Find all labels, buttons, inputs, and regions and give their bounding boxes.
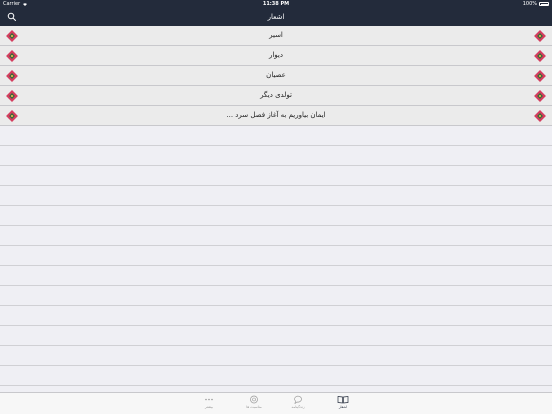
tab-more[interactable]: بیشتر [189,395,229,409]
empty-row [0,266,552,286]
ornament-icon [6,70,18,82]
empty-row [0,146,552,166]
page-title: اشعار [267,13,285,21]
empty-row [0,306,552,326]
list-item-label: تولدی دیگر [260,91,292,99]
ornament-icon [534,30,546,42]
list-item-label: دیوار [268,51,283,59]
battery-info: 100% [523,1,549,7]
list-item[interactable]: عصیان [0,66,552,86]
status-time: 11:38 PM [262,1,290,7]
list-item[interactable]: اسیر [0,26,552,46]
navigation-bar: اشعار [0,9,552,26]
empty-row [0,366,552,386]
list-item-label: ایمان بیاوریم به آغاز فصل سرد ... [226,111,326,119]
empty-row [0,286,552,306]
empty-row [0,206,552,226]
list-item-label: اسیر [269,31,283,39]
tab-label: زندگینامه [291,405,305,409]
tab-occasions[interactable]: مناسبت ها [234,395,274,409]
battery-icon [539,2,549,6]
empty-row [0,126,552,146]
list-item[interactable]: دیوار [0,46,552,66]
ornament-icon [6,30,18,42]
more-icon [205,398,213,401]
poem-list: اسیر دیوار عصیان تولدی دیگر ایمان بیاوری… [0,26,552,386]
ornament-icon [6,90,18,102]
ornament-icon [534,110,546,122]
ornament-icon [6,110,18,122]
empty-row [0,346,552,366]
tab-poems[interactable]: اشعار [323,395,363,409]
book-icon [337,396,349,404]
tab-label: مناسبت ها [246,405,262,409]
tab-biography[interactable]: زندگینامه [278,395,318,409]
tab-label: اشعار [338,405,348,409]
clock-icon [250,395,258,404]
ornament-icon [534,70,546,82]
tab-label: بیشتر [204,405,214,409]
empty-row [0,326,552,346]
ornament-icon [6,50,18,62]
list-item-label: عصیان [266,71,286,79]
empty-row [0,166,552,186]
ornament-icon [534,90,546,102]
status-bar: Carrier 11:38 PM 100% [0,0,552,9]
speech-icon [294,395,302,404]
list-item[interactable]: تولدی دیگر [0,86,552,106]
battery-percent: 100% [522,1,537,7]
list-item[interactable]: ایمان بیاوریم به آغاز فصل سرد ... [0,106,552,126]
empty-row [0,226,552,246]
empty-row [0,186,552,206]
tab-bar: بیشتر مناسبت ها زندگینامه اشعار [0,392,552,414]
ornament-icon [534,50,546,62]
empty-row [0,246,552,266]
